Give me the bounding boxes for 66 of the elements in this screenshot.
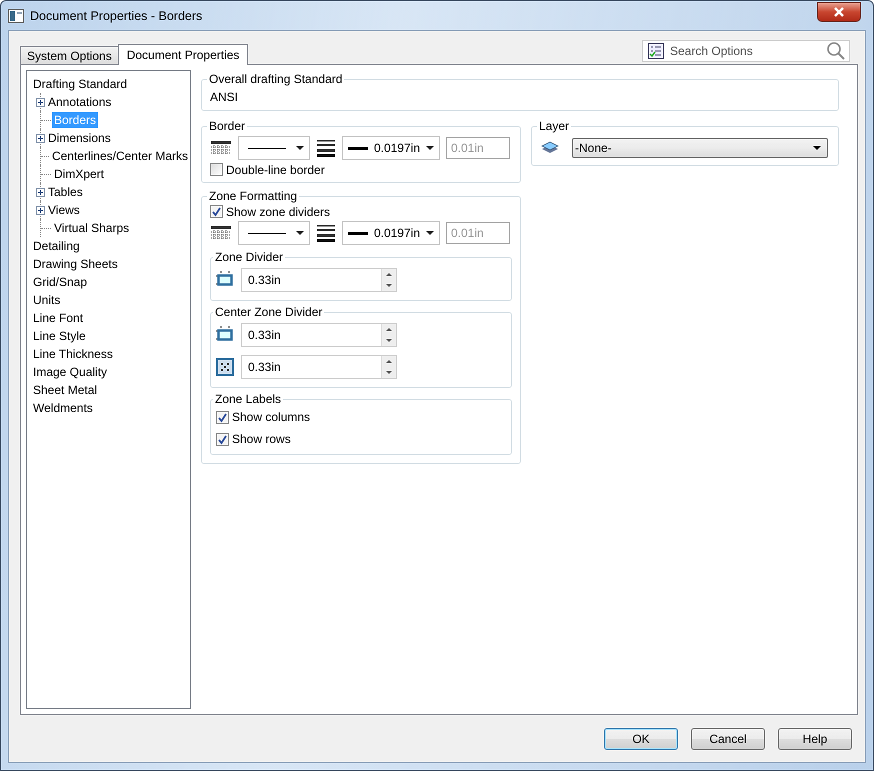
tab[interactable]: Document Properties [118,44,248,65]
checkbox[interactable] [216,432,229,446]
tree-item[interactable]: Grid/Snap [31,274,90,290]
tree-item[interactable]: Views [46,202,82,218]
layer-dropdown[interactable]: -None- [572,138,828,158]
tree-item[interactable]: Detailing [31,238,82,254]
tree-item[interactable]: DimXpert [52,166,106,182]
checkbox[interactable] [210,163,223,176]
search-field[interactable]: Search Options [642,40,850,62]
search-icon[interactable] [826,41,846,61]
group-title: Zone Formatting [208,189,298,203]
line-style-dropdown[interactable] [238,221,310,245]
checkbox-label: Show rows [232,432,291,446]
expand-icon[interactable] [36,134,45,142]
tree-item[interactable]: Units [31,292,62,308]
tree-item[interactable]: Image Quality [31,364,110,380]
tree-item[interactable]: Sheet Metal [31,382,100,398]
tree-item[interactable]: Line Style [31,328,88,344]
tree-item[interactable]: Drafting Standard [31,76,130,92]
divider-icon [216,326,234,344]
checkbox[interactable] [216,410,229,424]
window-icon [8,8,24,22]
close-button[interactable] [817,2,861,22]
tab[interactable]: System Options [20,46,119,64]
tree-item[interactable]: Dimensions [46,130,113,146]
spin-field[interactable]: 0.33in [241,355,397,379]
group-title: Overall drafting Standard [208,72,344,86]
tree-item[interactable]: Virtual Sharps [52,220,132,236]
expand-icon[interactable] [36,188,45,196]
line-style-dropdown[interactable] [238,136,310,160]
tree-item[interactable]: Centerlines/Center Marks [50,148,190,164]
tree-item[interactable]: Tables [46,184,85,200]
line-thickness-dropdown[interactable]: 0.0197in [342,136,440,160]
group-title: Zone Divider [214,250,284,264]
line-style-icon [210,139,232,157]
expand-icon[interactable] [36,98,45,106]
checkbox-label: Show columns [232,410,310,424]
group-title: Border [208,119,246,133]
line-thickness-icon [316,224,336,242]
line-style-icon [210,224,232,242]
line-thickness-dropdown[interactable]: 0.0197in [342,221,440,245]
tree-item[interactable]: Weldments [31,400,95,416]
line-thickness-icon [316,139,336,157]
dialog-button[interactable]: OK [604,728,678,750]
checkbox-label: Double-line border [226,162,325,176]
tree-item[interactable]: Annotations [46,94,114,110]
checkbox-label: Show zone dividers [226,204,330,218]
window-title: Document Properties - Borders [30,8,202,22]
checkbox[interactable] [210,205,223,218]
close-icon [833,6,845,16]
divider-icon [216,271,234,289]
tree-item[interactable]: Line Font [31,310,86,326]
layers-icon [540,140,560,156]
standard-value: ANSI [210,89,240,106]
expand-icon[interactable] [36,206,45,214]
group-title: Layer [538,119,570,133]
tree-item[interactable]: Line Thickness [31,346,115,362]
spin-field[interactable]: 0.33in [241,268,397,292]
checklist-icon [648,43,664,59]
center-mark-icon [216,358,234,376]
tree-item[interactable]: Drawing Sheets [31,256,120,272]
group-title: Zone Labels [214,392,282,406]
spin-field[interactable]: 0.33in [241,323,397,347]
dialog-button[interactable]: Help [778,728,852,750]
group-title: Center Zone Divider [214,305,324,319]
dialog-button[interactable]: Cancel [691,728,765,750]
